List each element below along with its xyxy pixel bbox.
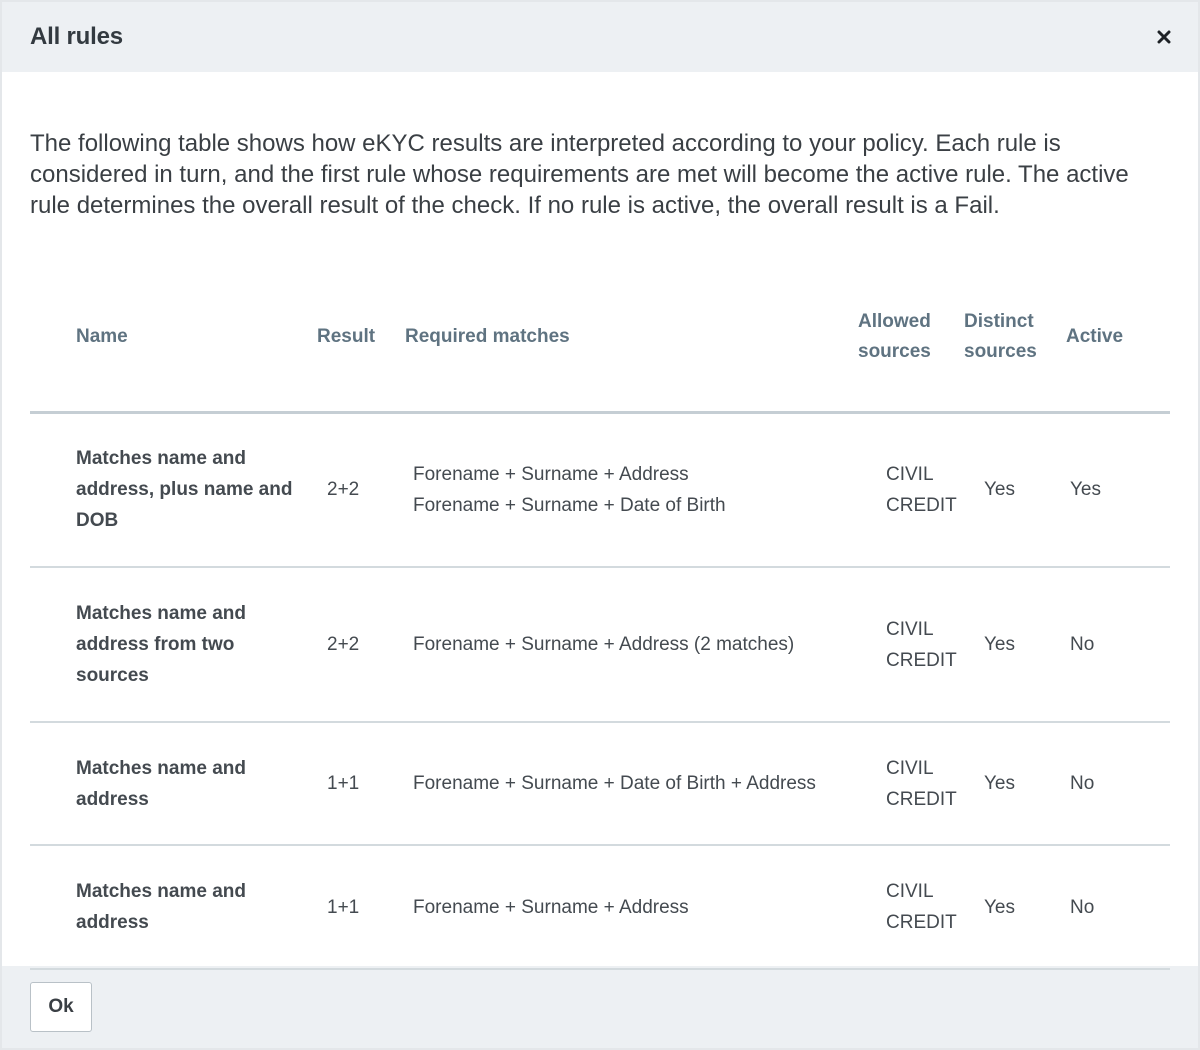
column-header-name[interactable]: Name xyxy=(30,264,317,414)
column-header-active[interactable]: Active xyxy=(1066,264,1170,414)
rule-name: Matches name and address from two source… xyxy=(30,567,317,723)
rule-name: Matches name and address, plus name and … xyxy=(30,412,317,568)
source-line: CIVIL xyxy=(886,881,934,902)
table-row: Matches name and address from two source… xyxy=(30,567,1170,723)
table-row: Matches name and address 1+1 Forename + … xyxy=(30,722,1170,846)
dialog-footer: Ok xyxy=(2,966,1198,1048)
required-match-line: Forename + Surname + Date of Birth xyxy=(413,494,726,516)
dialog-title: All rules xyxy=(30,23,123,50)
rule-result: 2+2 xyxy=(317,567,405,723)
column-header-result[interactable]: Result xyxy=(317,264,405,414)
source-line: CIVIL xyxy=(886,618,934,640)
rule-active: Yes xyxy=(1066,412,1170,568)
source-line: CREDIT xyxy=(886,912,957,933)
dialog-header: All rules xyxy=(2,2,1198,72)
intro-text: The following table shows how eKYC resul… xyxy=(30,130,1129,219)
rule-result: 1+1 xyxy=(317,845,405,970)
rule-name: Matches name and address xyxy=(30,845,317,970)
rule-active: No xyxy=(1066,722,1170,846)
source-line: CREDIT xyxy=(886,788,957,810)
rule-active: No xyxy=(1066,845,1170,970)
rule-result: 2+2 xyxy=(317,412,405,568)
source-line: CREDIT xyxy=(886,494,957,516)
rule-allowed-sources: CIVIL CREDIT xyxy=(858,567,964,723)
dialog-body: The following table shows how eKYC resul… xyxy=(2,72,1198,970)
required-match-line: Forename + Surname + Date of Birth + Add… xyxy=(413,773,816,794)
close-button[interactable] xyxy=(1152,25,1176,49)
rule-required-matches: Forename + Surname + Address xyxy=(405,845,858,970)
rules-table: Name Result Required matches Allowed sou… xyxy=(30,264,1170,970)
rule-distinct-sources: Yes xyxy=(964,845,1066,970)
rule-distinct-sources: Yes xyxy=(964,412,1066,568)
column-header-distinct-line2: sources xyxy=(964,341,1037,363)
table-row: Matches name and address 1+1 Forename + … xyxy=(30,845,1170,970)
rule-required-matches: Forename + Surname + Date of Birth + Add… xyxy=(405,722,858,846)
column-header-allowed-line2: sources xyxy=(858,341,931,363)
required-match-line: Forename + Surname + Address xyxy=(413,463,689,485)
rule-allowed-sources: CIVIL CREDIT xyxy=(858,722,964,846)
column-header-allowed-sources[interactable]: Allowed sources xyxy=(858,264,964,414)
source-line: CREDIT xyxy=(886,649,957,671)
column-header-allowed-line1: Allowed xyxy=(858,311,931,333)
close-icon xyxy=(1157,30,1171,44)
rule-active: No xyxy=(1066,567,1170,723)
rule-required-matches: Forename + Surname + Address Forename + … xyxy=(405,412,858,568)
column-header-required-matches[interactable]: Required matches xyxy=(405,264,858,414)
source-line: CIVIL xyxy=(886,757,934,779)
rule-allowed-sources: CIVIL CREDIT xyxy=(858,845,964,970)
required-match-line: Forename + Surname + Address (2 matches) xyxy=(413,634,795,655)
rule-result: 1+1 xyxy=(317,722,405,846)
rule-distinct-sources: Yes xyxy=(964,722,1066,846)
table-row: Matches name and address, plus name and … xyxy=(30,412,1170,568)
rule-required-matches: Forename + Surname + Address (2 matches) xyxy=(405,567,858,723)
rule-allowed-sources: CIVIL CREDIT xyxy=(858,412,964,568)
table-header-row: Name Result Required matches Allowed sou… xyxy=(30,264,1170,414)
source-line: CIVIL xyxy=(886,463,934,485)
rule-distinct-sources: Yes xyxy=(964,567,1066,723)
column-header-distinct-line1: Distinct xyxy=(964,311,1034,333)
ok-button[interactable]: Ok xyxy=(30,982,92,1032)
rules-dialog: All rules The following table shows how … xyxy=(2,2,1198,1048)
column-header-distinct-sources[interactable]: Distinct sources xyxy=(964,264,1066,414)
required-match-line: Forename + Surname + Address xyxy=(413,896,689,918)
rule-name: Matches name and address xyxy=(30,722,317,846)
